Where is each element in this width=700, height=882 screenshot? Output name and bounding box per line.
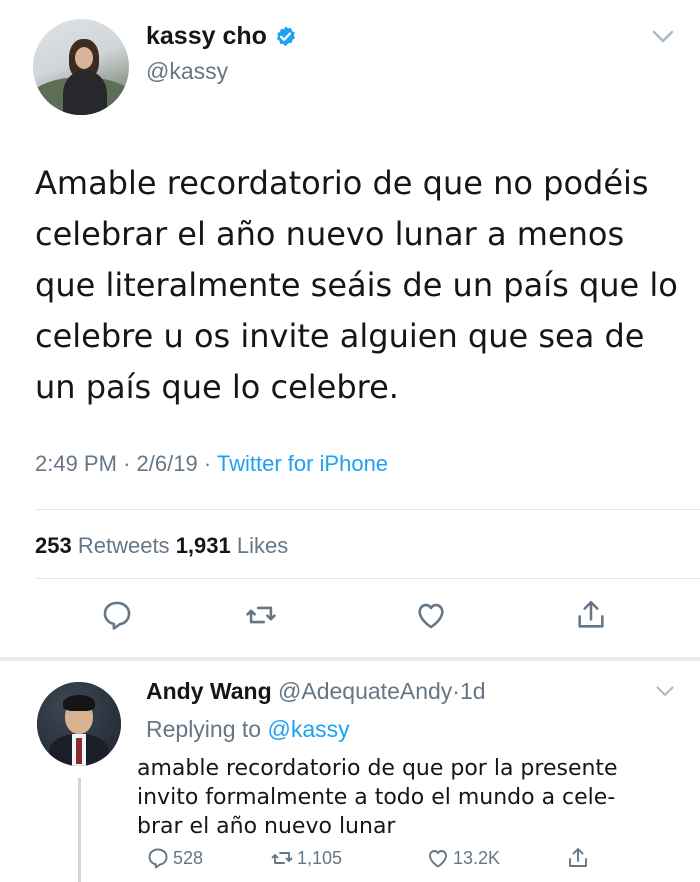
chevron-down-icon[interactable] bbox=[652, 30, 674, 44]
author-row: kassy cho bbox=[146, 22, 297, 51]
tweet-source-link[interactable]: Twitter for iPhone bbox=[217, 451, 388, 476]
share-icon[interactable] bbox=[574, 598, 608, 632]
tweet-metadata: 2:49 PM · 2/6/19 · Twitter for iPhone bbox=[35, 451, 388, 477]
retweet-count: 1,105 bbox=[297, 847, 343, 868]
tweet-actions bbox=[0, 598, 700, 642]
reply-icon bbox=[148, 848, 168, 869]
reply-actions: 528 1,105 13.2K bbox=[0, 846, 700, 876]
handle[interactable]: @kassy bbox=[146, 58, 228, 85]
avatar-face bbox=[75, 47, 93, 69]
reply-text: amable recordatorio de que por la presen… bbox=[137, 756, 618, 839]
reply-like-button[interactable]: 13.2K bbox=[426, 846, 500, 870]
tweet-date[interactable]: 2/6/19 bbox=[137, 451, 198, 476]
share-icon bbox=[569, 848, 587, 867]
meta-separator: · bbox=[203, 451, 212, 476]
divider bbox=[35, 578, 700, 579]
display-name[interactable]: kassy cho bbox=[146, 22, 267, 51]
replying-to: Replying to @kassy bbox=[146, 716, 350, 743]
replying-to-handle[interactable]: @kassy bbox=[267, 716, 349, 742]
tweet-stats: 253 Retweets 1,931 Likes bbox=[35, 533, 288, 559]
reply-display-name[interactable]: Andy Wang bbox=[146, 678, 272, 704]
reply-share-button[interactable] bbox=[566, 846, 593, 870]
likes-stat[interactable]: 1,931 Likes bbox=[176, 533, 289, 558]
like-icon[interactable] bbox=[414, 598, 448, 632]
reply-age[interactable]: 1d bbox=[460, 678, 486, 704]
retweet-icon bbox=[271, 852, 293, 864]
replying-label: Replying to bbox=[146, 716, 262, 742]
likes-label: Likes bbox=[236, 533, 289, 558]
chevron-down-icon[interactable] bbox=[656, 686, 674, 697]
section-separator bbox=[0, 657, 700, 661]
avatar-body bbox=[63, 71, 107, 115]
tweet-text: Amable recordatorio de que no podéis cel… bbox=[35, 164, 678, 406]
reply-avatar[interactable] bbox=[37, 682, 121, 766]
reply-icon[interactable] bbox=[100, 598, 134, 632]
avatar-hair bbox=[63, 695, 95, 711]
reply-reply-button[interactable]: 528 bbox=[146, 846, 203, 870]
like-count: 13.2K bbox=[453, 847, 501, 868]
tweet-time: 2:49 PM bbox=[35, 451, 117, 476]
like-icon bbox=[429, 850, 447, 868]
meta-separator: · bbox=[123, 451, 131, 476]
retweet-icon[interactable] bbox=[244, 598, 278, 632]
retweets-label: Retweets bbox=[77, 533, 170, 558]
retweets-count: 253 bbox=[35, 533, 72, 558]
reply-author-row: Andy Wang @AdequateAndy·1d bbox=[146, 678, 486, 705]
main-tweet: kassy cho @kassy Amable recordatorio de … bbox=[0, 0, 700, 660]
reply-retweet-button[interactable]: 1,105 bbox=[270, 846, 342, 870]
reply-separator: · bbox=[452, 678, 460, 704]
avatar[interactable] bbox=[33, 19, 129, 115]
retweets-stat[interactable]: 253 Retweets bbox=[35, 533, 170, 558]
likes-count: 1,931 bbox=[175, 533, 231, 558]
divider bbox=[35, 509, 700, 510]
verified-badge-icon bbox=[276, 26, 296, 47]
reply-handle[interactable]: @AdequateAndy bbox=[278, 678, 452, 704]
avatar-tie bbox=[76, 738, 82, 764]
reply-count: 528 bbox=[173, 847, 204, 868]
